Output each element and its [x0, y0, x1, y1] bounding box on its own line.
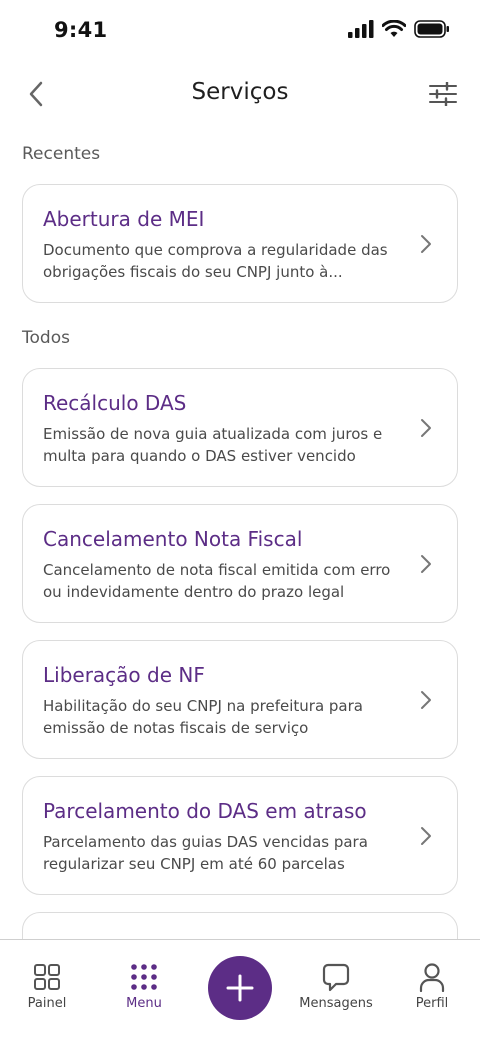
card-title: Parcelamento do DAS em atraso	[43, 799, 367, 823]
nav-item-perfil[interactable]: Perfil	[392, 960, 472, 1011]
header: Serviços	[0, 70, 480, 118]
nav-item-menu[interactable]: Menu	[104, 960, 184, 1011]
add-button[interactable]	[208, 956, 272, 1020]
nav-label-painel: Painel	[27, 996, 67, 1011]
service-card[interactable]: Liberação de NF Habilitação do seu CNPJ …	[22, 640, 458, 759]
chat-bubble-icon	[322, 963, 350, 992]
nav-label-mensagens: Mensagens	[299, 996, 373, 1011]
status-icons	[348, 20, 450, 38]
card-description: Emissão de nova guia atualizada com juro…	[43, 425, 383, 465]
card-description: Habilitação do seu CNPJ na prefeitura pa…	[43, 697, 363, 737]
filter-button[interactable]	[426, 78, 460, 110]
chevron-right-icon	[421, 691, 431, 709]
card-description: Cancelamento de nota fiscal emitida com …	[43, 561, 391, 601]
signal-icon	[348, 20, 374, 38]
status-bar: 9:41	[0, 0, 480, 62]
nav-item-mensagens[interactable]: Mensagens	[288, 960, 384, 1011]
sliders-icon	[429, 82, 457, 106]
card-title: Recálculo DAS	[43, 391, 187, 415]
service-card[interactable]: Abertura de MEI Documento que comprova a…	[22, 184, 458, 303]
chevron-right-icon	[421, 555, 431, 573]
card-title: Liberação de NF	[43, 663, 205, 687]
status-time: 9:41	[54, 18, 108, 42]
card-title: Cancelamento Nota Fiscal	[43, 527, 303, 551]
section-label-all: Todos	[22, 328, 70, 348]
service-card[interactable]: Recálculo DAS Emissão de nova guia atual…	[22, 368, 458, 487]
grid-icon	[34, 964, 60, 990]
service-card[interactable]: Parcelamento do DAS em atraso Parcelamen…	[22, 776, 458, 895]
nav-item-painel[interactable]: Painel	[7, 960, 87, 1011]
card-description: Documento que comprova a regularidade da…	[43, 241, 388, 281]
chevron-right-icon	[421, 235, 431, 253]
nav-label-perfil: Perfil	[415, 996, 449, 1011]
card-title: Abertura de MEI	[43, 207, 205, 231]
battery-icon	[414, 20, 449, 38]
card-description: Parcelamento das guias DAS vencidas para…	[43, 833, 368, 873]
bottom-nav: Painel Menu Mensagens Perfil	[0, 939, 480, 1040]
dots-grid-icon	[131, 964, 157, 990]
service-card[interactable]: Cancelamento Nota Fiscal Cancelamento de…	[22, 504, 458, 623]
page-title: Serviços	[191, 79, 289, 105]
chevron-right-icon	[421, 419, 431, 437]
section-label-recent: Recentes	[22, 144, 101, 164]
plus-icon	[226, 974, 254, 1002]
user-icon	[419, 963, 445, 992]
chevron-right-icon	[421, 827, 431, 845]
nav-label-menu: Menu	[126, 996, 162, 1011]
wifi-icon	[382, 20, 406, 37]
